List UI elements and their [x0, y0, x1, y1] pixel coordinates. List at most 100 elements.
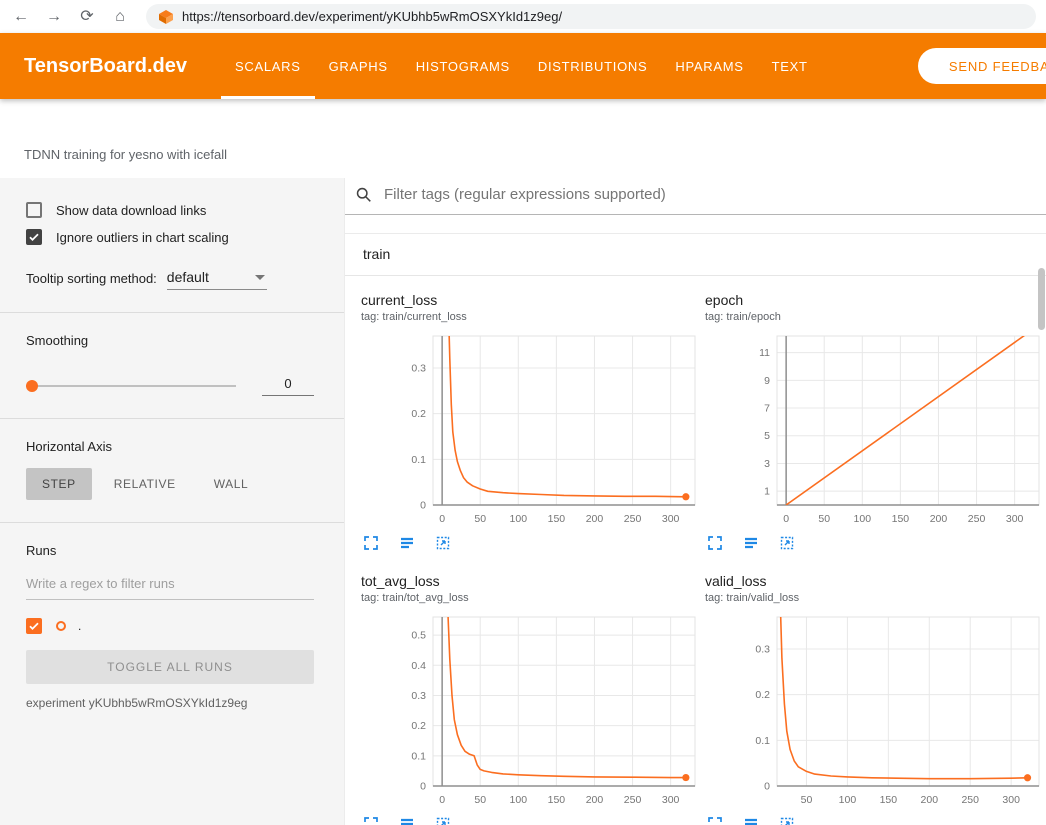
svg-text:50: 50: [474, 513, 486, 525]
tab-graphs[interactable]: GRAPHS: [315, 33, 402, 99]
expand-chart-icon[interactable]: [707, 816, 723, 825]
chart-card-tot-avg-loss: tot_avg_loss tag: train/tot_avg_loss 00.…: [361, 573, 697, 825]
line-chart-tot-avg-loss[interactable]: 00.10.20.30.40.5050100150200250300: [361, 612, 697, 812]
smoothing-label: Smoothing: [26, 333, 314, 348]
axis-wall-button[interactable]: WALL: [198, 468, 265, 500]
svg-text:300: 300: [662, 794, 680, 806]
axis-step-button[interactable]: STEP: [26, 468, 92, 500]
line-chart-current-loss[interactable]: 00.10.20.3050100150200250300: [361, 331, 697, 531]
browser-home-icon[interactable]: ⌂: [111, 9, 129, 25]
tooltip-sorting-row: Tooltip sorting method: default: [26, 269, 314, 290]
runs-label: Runs: [26, 543, 314, 558]
line-chart-valid-loss[interactable]: 00.10.20.350100150200250300: [705, 612, 1041, 812]
svg-text:300: 300: [1006, 513, 1024, 525]
browser-back-icon[interactable]: ←: [12, 9, 30, 25]
tab-text[interactable]: TEXT: [758, 33, 822, 99]
tab-hparams[interactable]: HPARAMS: [661, 33, 757, 99]
horizontal-axis-buttons: STEP RELATIVE WALL: [26, 468, 314, 500]
show-download-links-label: Show data download links: [56, 203, 206, 218]
svg-text:7: 7: [764, 403, 770, 415]
tag-filter-row: [345, 178, 1046, 215]
svg-text:0.4: 0.4: [411, 660, 426, 672]
svg-text:150: 150: [548, 513, 566, 525]
expand-chart-icon[interactable]: [363, 535, 379, 551]
svg-text:0.2: 0.2: [755, 689, 770, 701]
smoothing-slider-thumb[interactable]: [26, 380, 38, 392]
svg-text:3: 3: [764, 458, 770, 470]
svg-text:300: 300: [1002, 794, 1020, 806]
chart-tag: tag: train/epoch: [705, 311, 1041, 323]
experiment-header: TDNN training for yesno with icefall: [0, 99, 1046, 178]
divider: [0, 522, 344, 523]
address-bar[interactable]: https://tensorboard.dev/experiment/yKUbh…: [146, 4, 1036, 29]
ignore-outliers-checkbox[interactable]: [26, 229, 42, 245]
chart-toolbar: [361, 816, 697, 825]
tab-scalars[interactable]: SCALARS: [221, 33, 315, 99]
run-list-item[interactable]: .: [26, 618, 314, 634]
scalars-dashboard: train current_loss tag: train/current_lo…: [345, 178, 1046, 825]
svg-text:0.3: 0.3: [755, 643, 770, 655]
show-download-links-checkbox[interactable]: [26, 202, 42, 218]
tooltip-sorting-value: default: [167, 269, 209, 285]
line-chart-epoch[interactable]: 1357911050100150200250300: [705, 331, 1041, 531]
svg-text:0.2: 0.2: [411, 720, 426, 732]
browser-refresh-icon[interactable]: ⟳: [78, 9, 96, 25]
browser-forward-icon[interactable]: →: [45, 9, 63, 25]
chart-title: current_loss: [361, 292, 697, 308]
tab-distributions[interactable]: DISTRIBUTIONS: [524, 33, 662, 99]
fit-domain-icon[interactable]: [435, 816, 451, 825]
chart-tag: tag: train/valid_loss: [705, 592, 1041, 604]
svg-text:250: 250: [624, 794, 642, 806]
show-download-links-option[interactable]: Show data download links: [26, 202, 314, 218]
svg-text:200: 200: [921, 794, 939, 806]
toggle-all-runs-button[interactable]: TOGGLE ALL RUNS: [26, 650, 314, 684]
divider: [0, 418, 344, 419]
send-feedback-button[interactable]: SEND FEEDBACK: [918, 48, 1046, 84]
run-color-swatch-icon: [56, 621, 66, 631]
train-section-header[interactable]: train: [345, 234, 1046, 276]
smoothing-slider[interactable]: [26, 385, 236, 387]
svg-text:0: 0: [439, 513, 445, 525]
runs-filter-input[interactable]: [26, 576, 314, 600]
url-text: https://tensorboard.dev/experiment/yKUbh…: [182, 9, 562, 24]
chart-title: epoch: [705, 292, 1041, 308]
svg-text:0.5: 0.5: [411, 630, 426, 642]
chart-card-valid-loss: valid_loss tag: train/valid_loss 00.10.2…: [705, 573, 1041, 825]
tooltip-sorting-dropdown[interactable]: default: [167, 269, 267, 290]
svg-text:250: 250: [961, 794, 979, 806]
svg-text:0: 0: [764, 781, 770, 793]
fit-domain-icon[interactable]: [779, 816, 795, 825]
svg-text:5: 5: [764, 430, 770, 442]
tab-histograms[interactable]: HISTOGRAMS: [402, 33, 524, 99]
svg-text:100: 100: [510, 794, 528, 806]
fit-domain-icon[interactable]: [779, 535, 795, 551]
svg-text:0.2: 0.2: [411, 408, 426, 420]
chart-tag: tag: train/current_loss: [361, 311, 697, 323]
tensorboard-app: ← → ⟳ ⌂ https://tensorboard.dev/experime…: [0, 0, 1046, 825]
tag-filter-input[interactable]: [382, 185, 1046, 204]
expand-chart-icon[interactable]: [363, 816, 379, 825]
svg-text:1: 1: [764, 486, 770, 498]
run-visibility-checkbox[interactable]: [26, 618, 42, 634]
svg-text:200: 200: [586, 513, 604, 525]
expand-chart-icon[interactable]: [707, 535, 723, 551]
smoothing-value-field[interactable]: 0: [262, 376, 314, 396]
chart-lines-icon[interactable]: [399, 816, 415, 825]
svg-text:0: 0: [420, 781, 426, 793]
ignore-outliers-option[interactable]: Ignore outliers in chart scaling: [26, 229, 314, 245]
svg-text:150: 150: [880, 794, 898, 806]
fit-domain-icon[interactable]: [435, 535, 451, 551]
train-section-card: train current_loss tag: train/current_lo…: [345, 233, 1046, 825]
divider: [0, 312, 344, 313]
content: Show data download links Ignore outliers…: [0, 178, 1046, 825]
chevron-down-icon: [255, 275, 265, 280]
svg-text:0: 0: [783, 513, 789, 525]
experiment-id-caption: experiment yKUbhb5wRmOSXYkId1z9eg: [26, 696, 314, 710]
chart-lines-icon[interactable]: [399, 535, 415, 551]
main-nav: SCALARS GRAPHS HISTOGRAMS DISTRIBUTIONS …: [221, 33, 822, 99]
vertical-scrollbar-thumb[interactable]: [1038, 268, 1045, 330]
chart-lines-icon[interactable]: [743, 535, 759, 551]
chart-lines-icon[interactable]: [743, 816, 759, 825]
svg-text:11: 11: [759, 347, 770, 359]
axis-relative-button[interactable]: RELATIVE: [98, 468, 192, 500]
